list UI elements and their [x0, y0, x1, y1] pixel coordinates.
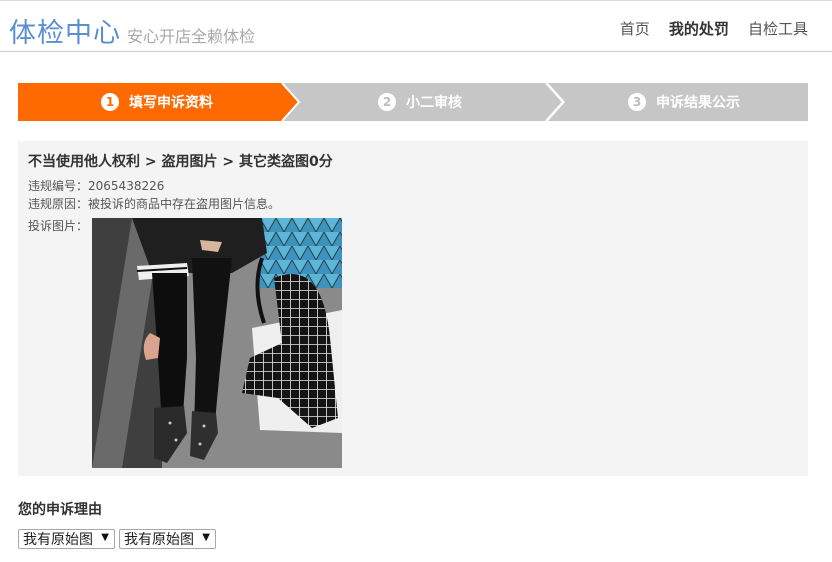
caret-down-icon: ▼: [202, 532, 210, 543]
nav-home-link[interactable]: 首页: [620, 20, 650, 38]
step-label: 小二审核: [406, 95, 462, 111]
step-fill-appeal: 1 填写申诉资料: [101, 83, 213, 121]
photo-shoe-sparkle: [202, 424, 206, 428]
appeal-reason-select-1[interactable]: 我有原始图 ▼: [18, 529, 115, 549]
step-label: 申诉结果公示: [656, 95, 740, 111]
nav-my-penalties-link[interactable]: 我的处罚: [669, 20, 729, 38]
top-bar: 体检中心 安心开店全赖体检 首页 我的处罚 自检工具: [0, 0, 832, 52]
top-nav: 首页 我的处罚 自检工具: [606, 18, 808, 39]
select-value: 我有原始图: [23, 532, 93, 548]
complaint-image[interactable]: [92, 218, 342, 468]
violation-reason-label: 违规原因：: [28, 197, 89, 211]
violation-panel: 不当使用他人权利 > 盗用图片 > 其它类盗图0分 违规编号：206543822…: [18, 141, 808, 476]
violation-id-value: 2065438226: [88, 179, 165, 193]
brand-title[interactable]: 体检中心: [9, 18, 121, 49]
violation-reason-value: 被投诉的商品中存在盗用图片信息。: [88, 197, 281, 211]
violation-id-row: 违规编号：2065438226: [28, 177, 164, 194]
violation-title: 不当使用他人权利 > 盗用图片 > 其它类盗图0分: [28, 154, 333, 170]
violation-reason-row: 违规原因：被投诉的商品中存在盗用图片信息。: [28, 195, 280, 212]
photo-shoe-sparkle: [174, 438, 178, 442]
violation-id-label: 违规编号：: [28, 179, 89, 193]
step-review: 2 小二审核: [378, 83, 462, 121]
step-result: 3 申诉结果公示: [628, 83, 740, 121]
complaint-photo-illustration: [92, 218, 342, 468]
nav-self-check-tools-link[interactable]: 自检工具: [748, 20, 808, 38]
progress-steps: 1 填写申诉资料 2 小二审核 3 申诉结果公示: [18, 83, 808, 121]
brand[interactable]: 体检中心 安心开店全赖体检: [9, 11, 255, 50]
appeal-reason-select-2[interactable]: 我有原始图 ▼: [119, 529, 216, 549]
complaint-image-label: 投诉图片：: [28, 219, 89, 233]
step-number-badge: 1: [101, 93, 119, 111]
select-value: 我有原始图: [124, 532, 194, 548]
appeal-reason-title: 您的申诉理由: [18, 502, 102, 518]
step-number-badge: 2: [378, 93, 396, 111]
step-number-badge: 3: [628, 93, 646, 111]
brand-slogan: 安心开店全赖体检: [127, 27, 256, 46]
photo-shoe-sparkle: [168, 421, 172, 425]
caret-down-icon: ▼: [101, 532, 109, 543]
photo-shoe-sparkle: [198, 442, 202, 446]
step-label: 填写申诉资料: [129, 95, 213, 111]
